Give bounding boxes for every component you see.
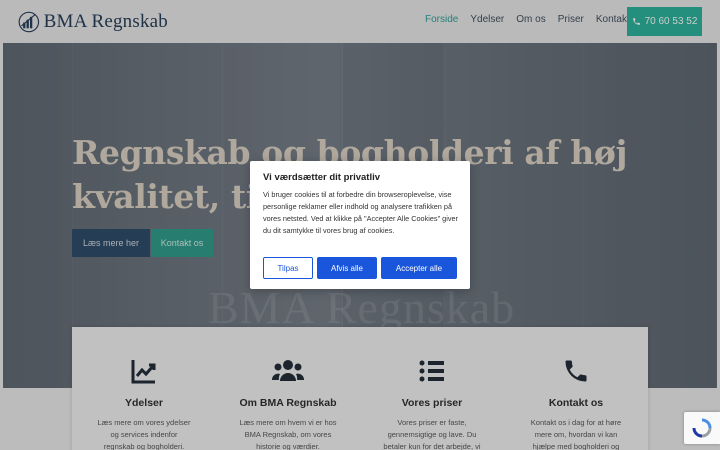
recaptcha-badge[interactable] — [684, 412, 720, 444]
reject-all-button[interactable]: Afvis alle — [317, 257, 377, 279]
recaptcha-icon — [692, 418, 712, 438]
accept-all-button[interactable]: Accepter alle — [381, 257, 457, 279]
cookie-consent-dialog: Vi værdsætter dit privatliv Vi bruger co… — [250, 161, 470, 289]
cookie-dialog-title: Vi værdsætter dit privatliv — [263, 172, 381, 183]
customize-button[interactable]: Tilpas — [263, 257, 313, 279]
cookie-dialog-text: Vi bruger cookies til at forbedre din br… — [263, 190, 458, 235]
